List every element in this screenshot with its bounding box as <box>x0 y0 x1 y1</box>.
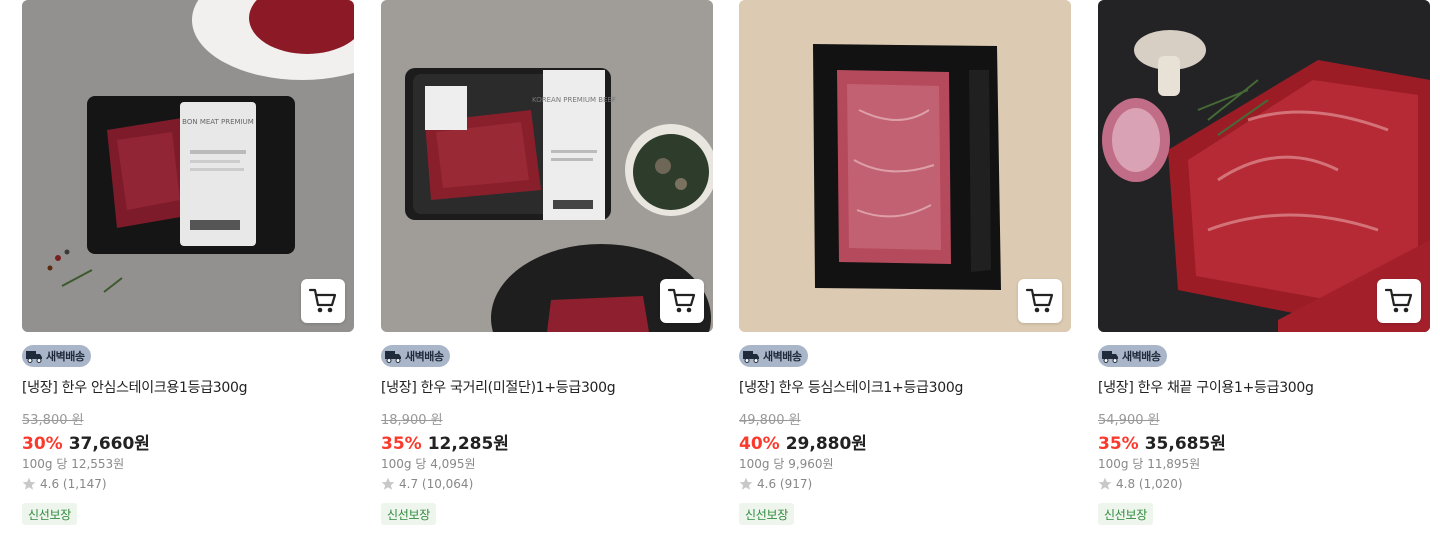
sale-price: 29,880원 <box>785 434 867 454</box>
add-to-cart-button[interactable] <box>301 279 345 323</box>
cart-icon <box>1025 288 1054 313</box>
unit-price: 100g 당 4,095원 <box>381 457 476 471</box>
star-icon <box>22 477 36 490</box>
sale-price: 37,660원 <box>68 434 150 454</box>
product-title[interactable]: [냉장] 한우 등심스테이크1+등급300g <box>739 377 963 397</box>
unit-price: 100g 당 9,960원 <box>739 457 834 471</box>
star-icon <box>739 477 753 490</box>
badge-label: 새벽배송 <box>1122 350 1161 363</box>
freshness-tag: 신선보장 <box>22 503 77 525</box>
svg-text:BON MEAT PREMIUM: BON MEAT PREMIUM <box>182 118 254 126</box>
original-price: 53,800 원 <box>22 413 84 428</box>
discount-rate: 30% <box>22 434 63 454</box>
star-icon <box>381 477 395 490</box>
product-image[interactable]: BON MEAT PREMIUM <box>22 0 354 332</box>
dawn-delivery-badge: 새벽배송 <box>1098 345 1168 367</box>
product-image[interactable] <box>739 0 1071 332</box>
freshness-tag: 신선보장 <box>739 503 794 525</box>
rating-text: 4.7 (10,064) <box>399 477 474 491</box>
svg-text:KOREAN PREMIUM BEEF: KOREAN PREMIUM BEEF <box>532 96 616 104</box>
price-row: 40% 29,880원 <box>739 429 867 454</box>
discount-rate: 35% <box>381 434 422 454</box>
sale-price: 35,685원 <box>1144 434 1226 454</box>
rating-text: 4.8 (1,020) <box>1116 477 1183 491</box>
discount-rate: 40% <box>739 434 780 454</box>
product-card[interactable]: 새벽배송 [냉장] 한우 채끝 구이용1+등급300g 54,900 원 35%… <box>1098 0 1430 551</box>
add-to-cart-button[interactable] <box>660 279 704 323</box>
truck-icon <box>26 351 42 363</box>
cart-icon <box>667 288 696 313</box>
product-card[interactable]: 새벽배송 [냉장] 한우 등심스테이크1+등급300g 49,800 원 40%… <box>739 0 1071 551</box>
product-image[interactable]: KOREAN PREMIUM BEEF <box>381 0 713 332</box>
badge-label: 새벽배송 <box>46 350 85 363</box>
unit-price: 100g 당 12,553원 <box>22 457 125 471</box>
truck-icon <box>1102 351 1118 363</box>
sale-price: 12,285원 <box>427 434 509 454</box>
original-price: 54,900 원 <box>1098 413 1160 428</box>
product-grid: BON MEAT PREMIUM 새벽배송 [냉장] 한우 안심스테이크용1등급… <box>0 0 1440 551</box>
star-icon <box>1098 477 1112 490</box>
product-title[interactable]: [냉장] 한우 채끝 구이용1+등급300g <box>1098 377 1314 397</box>
original-price: 49,800 원 <box>739 413 801 428</box>
rating: 4.6 (1,147) <box>22 477 107 491</box>
rating-text: 4.6 (1,147) <box>40 477 107 491</box>
original-price: 18,900 원 <box>381 413 443 428</box>
dawn-delivery-badge: 새벽배송 <box>739 345 809 367</box>
price-row: 35% 35,685원 <box>1098 429 1226 454</box>
unit-price: 100g 당 11,895원 <box>1098 457 1201 471</box>
truck-icon <box>385 351 401 363</box>
product-image[interactable] <box>1098 0 1430 332</box>
product-title[interactable]: [냉장] 한우 국거리(미절단)1+등급300g <box>381 377 616 397</box>
product-title[interactable]: [냉장] 한우 안심스테이크용1등급300g <box>22 377 247 397</box>
add-to-cart-button[interactable] <box>1018 279 1062 323</box>
truck-icon <box>743 351 759 363</box>
rating: 4.7 (10,064) <box>381 477 473 491</box>
rating-text: 4.6 (917) <box>757 477 813 491</box>
freshness-tag: 신선보장 <box>1098 503 1153 525</box>
discount-rate: 35% <box>1098 434 1139 454</box>
product-card[interactable]: KOREAN PREMIUM BEEF 새벽배송 [냉장] 한우 국거리(미절단… <box>381 0 713 551</box>
rating: 4.6 (917) <box>739 477 812 491</box>
rating: 4.8 (1,020) <box>1098 477 1183 491</box>
cart-icon <box>1384 288 1413 313</box>
cart-icon <box>308 288 337 313</box>
price-row: 30% 37,660원 <box>22 429 150 454</box>
add-to-cart-button[interactable] <box>1377 279 1421 323</box>
badge-label: 새벽배송 <box>405 350 444 363</box>
freshness-tag: 신선보장 <box>381 503 436 525</box>
price-row: 35% 12,285원 <box>381 429 509 454</box>
product-card[interactable]: BON MEAT PREMIUM 새벽배송 [냉장] 한우 안심스테이크용1등급… <box>22 0 354 551</box>
badge-label: 새벽배송 <box>763 350 802 363</box>
dawn-delivery-badge: 새벽배송 <box>22 345 92 367</box>
dawn-delivery-badge: 새벽배송 <box>381 345 451 367</box>
